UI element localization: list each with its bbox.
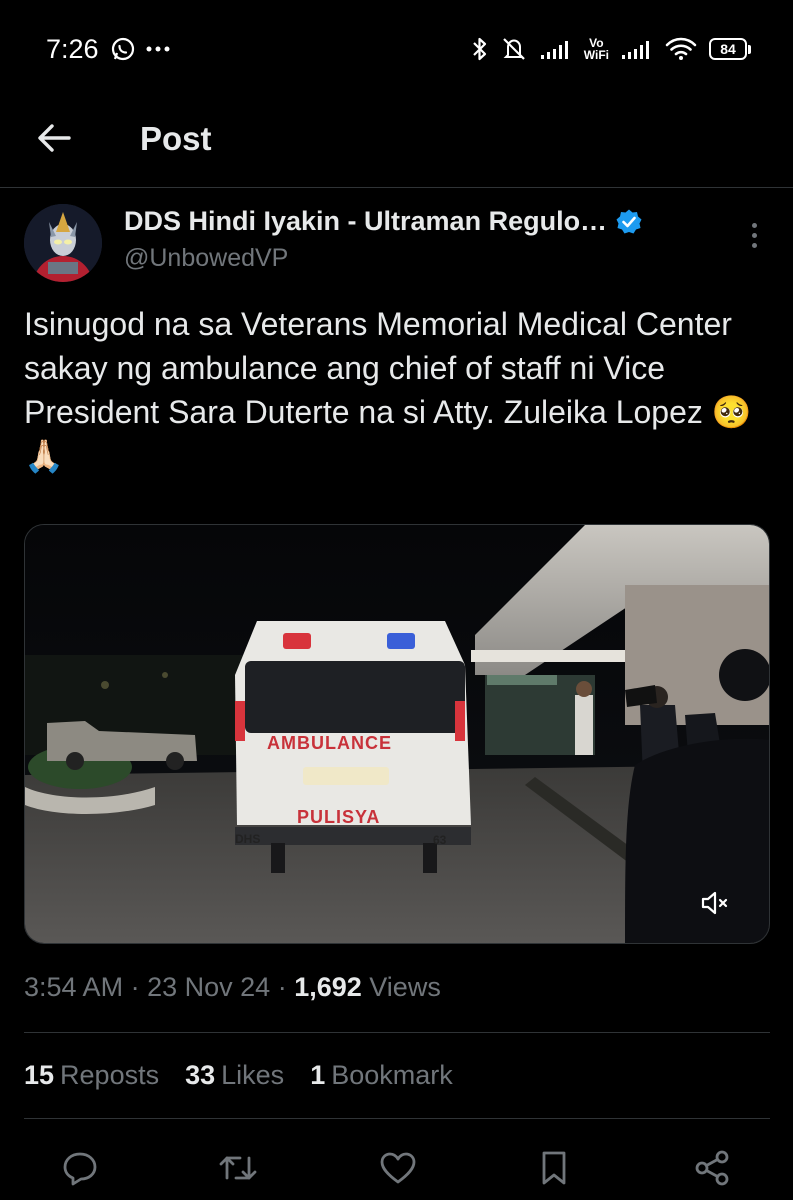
avatar[interactable] [24, 204, 102, 282]
post-date: 23 Nov 24 [147, 972, 271, 1002]
signal-icon-2 [622, 41, 649, 59]
ultraman-avatar-image [24, 204, 102, 282]
wifi-icon [665, 37, 697, 60]
author-name-row: DDS Hindi Iyakin - Ultraman Regulo… [124, 206, 643, 237]
battery-icon: 84 [709, 38, 751, 60]
author-handle[interactable]: @UnbowedVP [124, 244, 288, 273]
more-options-button[interactable] [740, 218, 768, 252]
status-time: 7:26 [46, 34, 99, 64]
dot [751, 242, 757, 248]
vehicle-side-left: DHS [235, 832, 261, 846]
likes-stat[interactable]: 33 Likes [185, 1060, 284, 1091]
bookmarks-label: Bookmark [331, 1060, 453, 1090]
share-icon [695, 1150, 729, 1186]
views-label[interactable]: Views [369, 972, 441, 1002]
dot [751, 222, 757, 228]
signal-icon [540, 41, 568, 59]
verified-badge-icon [616, 209, 642, 233]
volume-muted-icon [701, 891, 728, 915]
divider [24, 1032, 770, 1033]
back-button[interactable] [34, 118, 74, 158]
bookmark-button[interactable] [532, 1146, 576, 1190]
repost-icon [219, 1156, 257, 1180]
page-title: Post [140, 120, 212, 157]
top-app-bar: Post [0, 100, 793, 188]
whatsapp-icon [111, 37, 135, 61]
reposts-count: 15 [24, 1060, 55, 1090]
vehicle-side-right: 63 [433, 833, 447, 847]
bookmarks-count: 1 [310, 1060, 326, 1090]
separator-dot: · [277, 972, 295, 1002]
views-count: 1,692 [294, 972, 362, 1002]
mute-icon [503, 38, 525, 60]
arrow-left-icon [38, 124, 71, 152]
post-text: Isinugod na sa Veterans Memorial Medical… [24, 306, 752, 474]
engagement-stats: 15 Reposts 33 Likes 1 Bookmark [24, 1060, 453, 1091]
heart-icon [380, 1152, 416, 1184]
status-left-icons [110, 36, 170, 62]
share-button[interactable] [690, 1146, 734, 1190]
likes-count: 33 [185, 1060, 216, 1090]
reply-button[interactable] [58, 1146, 102, 1190]
reposts-label: Reposts [60, 1060, 160, 1090]
vehicle-label: PULISYA [297, 807, 381, 827]
post-video[interactable]: AMBULANCE PULISYA DHS 63 [24, 524, 770, 944]
bookmark-icon [542, 1151, 566, 1185]
ambulance-label: AMBULANCE [267, 733, 392, 753]
vowifi-bottom: WiFi [583, 48, 609, 62]
repost-button[interactable] [216, 1146, 260, 1190]
video-frame-image [25, 525, 769, 943]
reposts-stat[interactable]: 15 Reposts [24, 1060, 159, 1091]
vowifi-label: Vo WiFi [584, 37, 609, 61]
mute-toggle-button[interactable] [695, 883, 735, 923]
bluetooth-icon [473, 37, 486, 61]
dot [751, 232, 757, 238]
status-bar: 7:26 Vo WiFi 84 [0, 0, 793, 100]
author-name[interactable]: DDS Hindi Iyakin - Ultraman Regulo… [124, 206, 607, 237]
more-notifications-icon [146, 46, 170, 52]
like-button[interactable] [376, 1146, 420, 1190]
reply-icon [63, 1152, 97, 1186]
likes-label: Likes [221, 1060, 285, 1090]
post-meta: 3:54 AM · 23 Nov 24 · 1,692 Views [24, 972, 441, 1003]
status-right-icons: Vo WiFi 84 [472, 36, 751, 62]
divider [24, 1118, 770, 1119]
post-action-bar [0, 1140, 793, 1196]
bookmarks-stat[interactable]: 1 Bookmark [310, 1060, 453, 1091]
battery-level: 84 [709, 38, 747, 60]
post-time: 3:54 AM [24, 972, 124, 1002]
battery-tip [748, 44, 751, 54]
separator-dot: · [130, 972, 148, 1002]
